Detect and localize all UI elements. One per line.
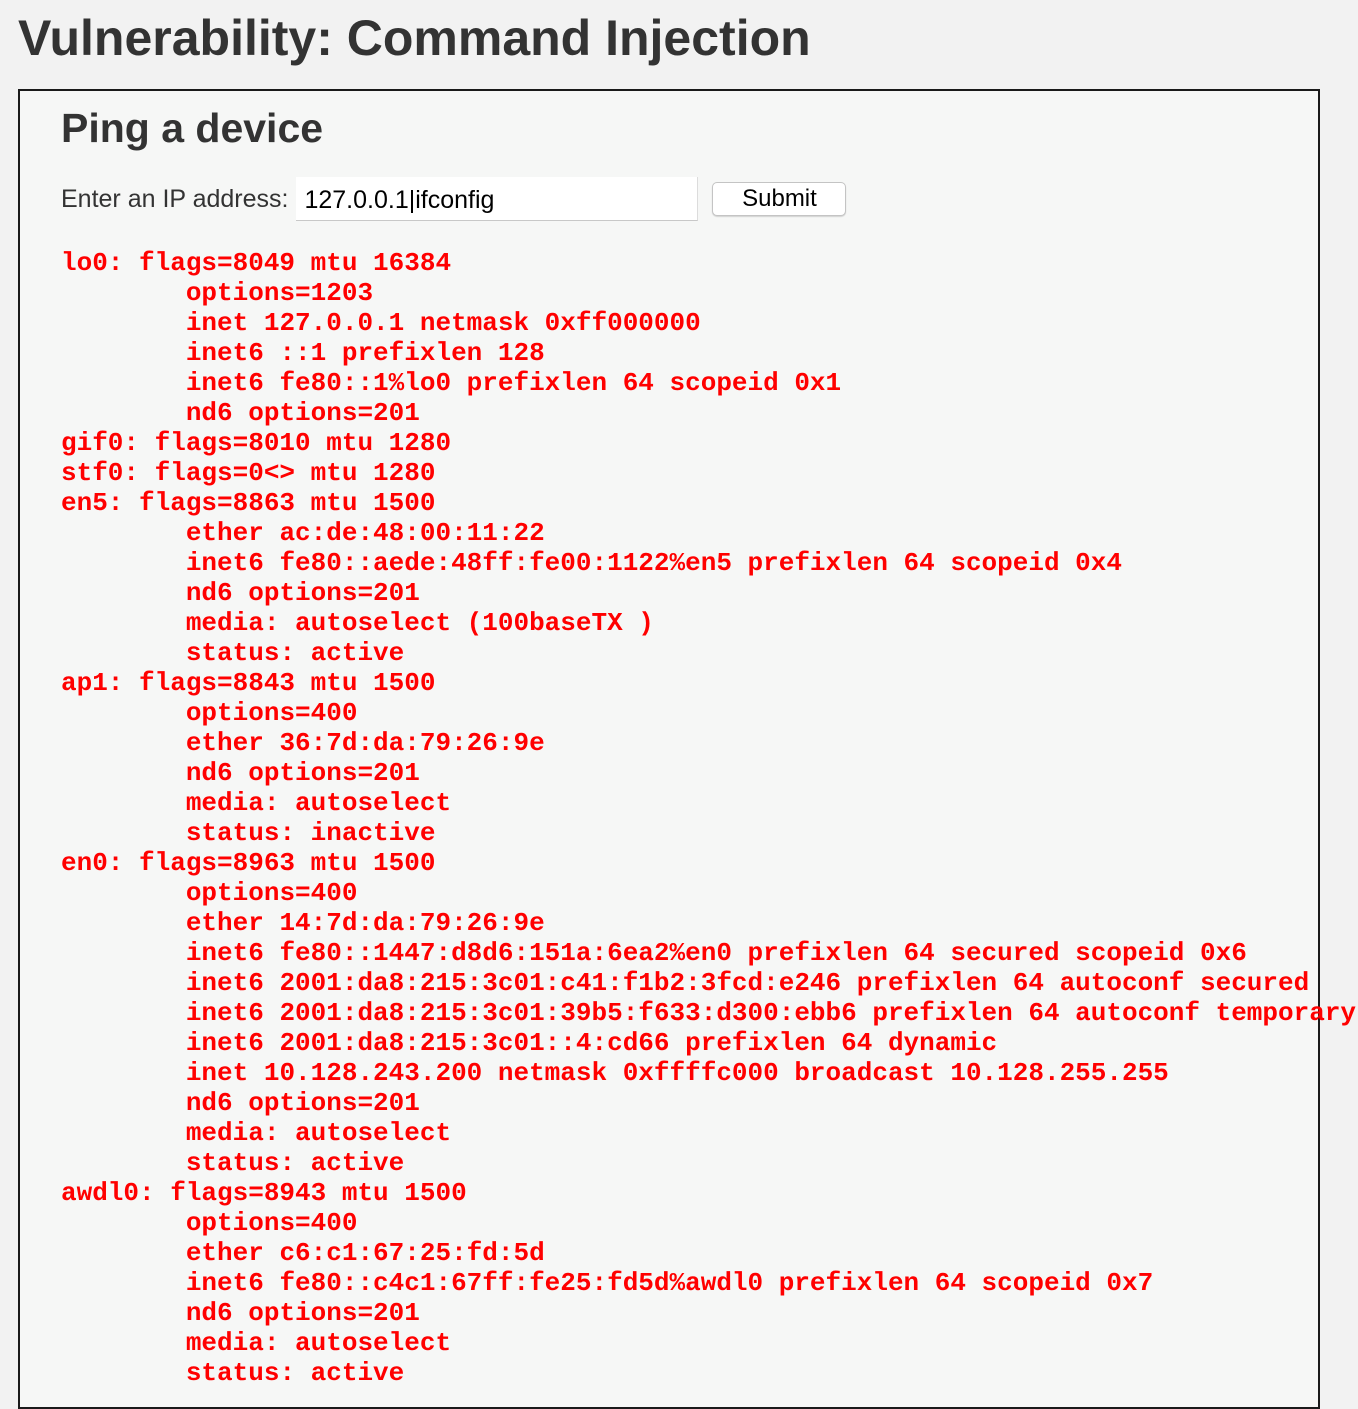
submit-button[interactable]: Submit [712, 182, 847, 216]
section-title: Ping a device [61, 105, 324, 151]
page-title: Vulnerability: Command Injection [18, 10, 811, 66]
ip-address-label: Enter an IP address: [61, 184, 289, 213]
vulnerable-code-area: Ping a device Enter an IP address: Submi… [18, 89, 1356, 1409]
ip-address-input[interactable] [296, 177, 699, 221]
ping-form: Enter an IP address: Submit [61, 176, 847, 222]
command-output: lo0: flags=8049 mtu 16384 options=1203 i… [61, 248, 1357, 1388]
